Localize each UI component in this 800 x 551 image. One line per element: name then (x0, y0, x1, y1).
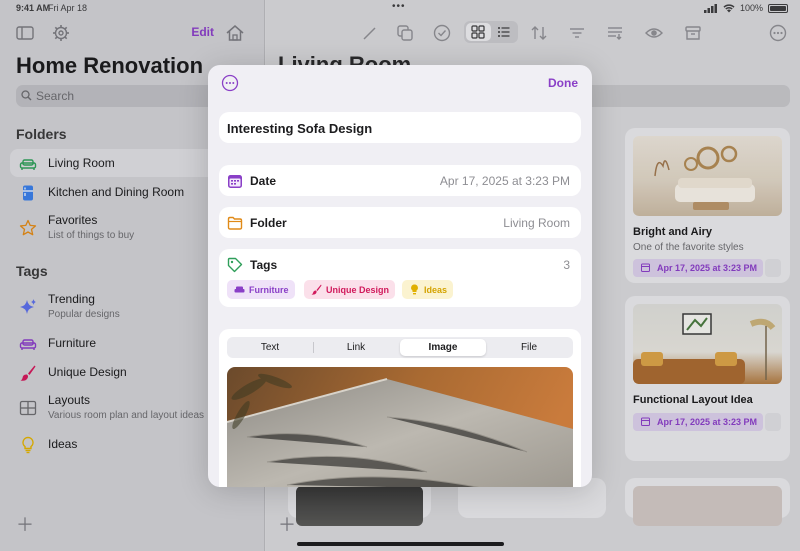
lightbulb-icon (411, 284, 418, 295)
tag-pill-label: Ideas (424, 285, 448, 295)
tag-pill-unique-design[interactable]: Unique Design (304, 280, 396, 299)
folder-value: Living Room (503, 216, 570, 230)
sofa-icon (234, 286, 245, 293)
folder-icon (227, 216, 243, 230)
content-type-switch[interactable]: Text Link Image File (227, 337, 573, 358)
attached-image[interactable] (227, 367, 573, 487)
tag-icon (227, 257, 243, 273)
date-row[interactable]: Date Apr 17, 2025 at 3:23 PM (219, 165, 581, 196)
status-date: Fri Apr 18 (48, 3, 88, 13)
tag-pill-label: Furniture (249, 285, 289, 295)
more-options-icon[interactable] (221, 74, 239, 92)
status-bar: 9:41 AM Fri Apr 18 ••• 100% (0, 0, 800, 16)
tab-text[interactable]: Text (227, 337, 313, 358)
battery-percent: 100% (739, 3, 763, 13)
multitasking-dots[interactable]: ••• (392, 1, 406, 12)
folder-row[interactable]: Folder Living Room (219, 207, 581, 238)
wifi-icon (723, 4, 735, 12)
home-indicator[interactable] (297, 542, 504, 546)
done-button[interactable]: Done (548, 76, 578, 90)
tags-label: Tags (250, 258, 278, 272)
note-title-field[interactable]: Interesting Sofa Design (219, 112, 581, 143)
status-indicators: 100% (703, 3, 788, 13)
content-panel: Text Link Image File (219, 329, 581, 487)
tab-image[interactable]: Image (400, 339, 486, 356)
tags-row[interactable]: Tags 3 Furniture Unique Design Ideas (219, 249, 581, 307)
date-label: Date (250, 174, 277, 188)
tab-link[interactable]: Link (313, 337, 399, 358)
tag-pill-furniture[interactable]: Furniture (227, 280, 295, 299)
signal-icon (703, 3, 717, 13)
status-time: 9:41 AM (16, 3, 51, 13)
tab-file[interactable]: File (486, 337, 572, 358)
note-detail-sheet: Done Interesting Sofa Design Date Apr 17… (208, 65, 592, 487)
folder-label: Folder (250, 216, 287, 230)
paintbrush-icon (311, 284, 322, 295)
calendar-icon (228, 175, 242, 188)
date-value: Apr 17, 2025 at 3:23 PM (439, 174, 570, 188)
tags-count: 3 (563, 258, 570, 272)
tag-pill-label: Unique Design (326, 285, 390, 295)
battery-icon (768, 3, 788, 13)
tag-pill-ideas[interactable]: Ideas (402, 280, 454, 299)
